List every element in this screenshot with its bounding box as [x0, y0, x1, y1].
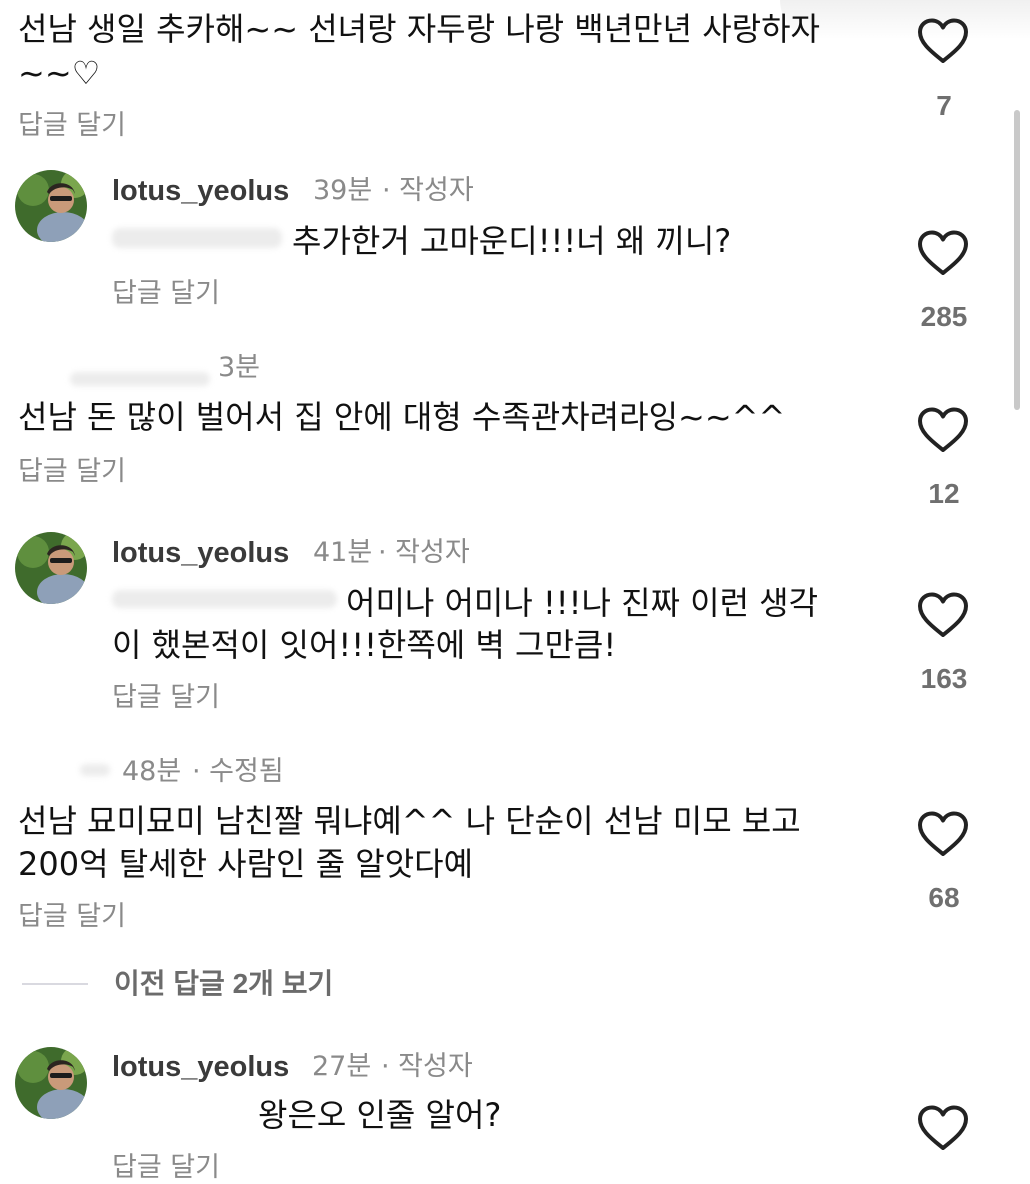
- like-count: 7: [936, 90, 952, 121]
- mention-redacted: [112, 228, 282, 248]
- reply-button[interactable]: 답글 달기: [112, 1152, 220, 1184]
- heart-outline-icon: [918, 18, 968, 63]
- author-badge: · 작성자: [378, 537, 470, 568]
- timestamp: 27분: [312, 1051, 372, 1082]
- timestamp: 41분: [313, 537, 373, 568]
- comment-text: 선남 묘미묘미 남친짤 뭐냐예^^ 나 단순이 선남 미모 보고: [18, 802, 801, 840]
- avatar[interactable]: [15, 1047, 87, 1119]
- reply-button[interactable]: 답글 달기: [18, 110, 126, 142]
- comment-text: 선남 생일 추카해~~ 선녀랑 자두랑 나랑 백년만년 사랑하자: [18, 10, 820, 48]
- like-button[interactable]: [917, 1105, 969, 1155]
- like-button[interactable]: [917, 811, 969, 861]
- comment-text: 어미나 어미나 !!!나 진짜 이런 생각: [346, 584, 819, 622]
- reply-button[interactable]: 답글 달기: [112, 682, 220, 714]
- like-count: 68: [928, 882, 960, 913]
- author-badge: · 작성자: [382, 175, 474, 206]
- scrollbar[interactable]: [1014, 110, 1020, 410]
- timestamp: 48분: [122, 756, 182, 787]
- reply-button[interactable]: 답글 달기: [112, 278, 220, 310]
- avatar[interactable]: [15, 532, 87, 604]
- comment-text: 이 했본적이 잇어!!!한쪽에 벽 그만큼!: [112, 626, 617, 664]
- replies-divider: [22, 983, 88, 985]
- timestamp: 39분: [313, 175, 373, 206]
- heart-outline-icon: [918, 1105, 968, 1150]
- edited-badge: · 수정됨: [192, 756, 284, 787]
- avatar[interactable]: [15, 170, 87, 242]
- avatar-image: [15, 1047, 87, 1119]
- comment-text: 선남 돈 많이 벌어서 집 안에 대형 수족관차려라잉~~^^: [18, 398, 786, 436]
- author-badge: · 작성자: [381, 1051, 473, 1082]
- heart-outline-icon: [918, 230, 968, 275]
- username[interactable]: lotus_yeolus: [112, 537, 289, 569]
- comment-text: ~~♡: [18, 54, 101, 92]
- like-button[interactable]: [917, 18, 969, 68]
- username[interactable]: lotus_yeolus: [112, 175, 289, 207]
- like-count: 12: [928, 478, 960, 509]
- username[interactable]: lotus_yeolus: [112, 1051, 289, 1083]
- heart-outline-icon: [918, 811, 968, 856]
- mention-redacted: [112, 590, 337, 608]
- username-redacted: [80, 764, 110, 776]
- reply-button[interactable]: 답글 달기: [18, 456, 126, 488]
- like-count: 285: [920, 301, 968, 332]
- avatar-image: [15, 532, 87, 604]
- comment-text: 추가한거 고마운디!!!너 왜 끼니?: [292, 222, 732, 260]
- reply-button[interactable]: 답글 달기: [18, 901, 126, 933]
- view-previous-replies-button[interactable]: 이전 답글 2개 보기: [114, 968, 333, 1000]
- avatar-image: [15, 170, 87, 242]
- like-button[interactable]: [917, 592, 969, 642]
- comment-text: 200억 탈세한 사람인 줄 알앗다예: [18, 845, 474, 883]
- username-redacted: [70, 372, 210, 386]
- like-button[interactable]: [917, 230, 969, 280]
- comment-text: 왕은오 인줄 알어?: [258, 1096, 502, 1134]
- like-count: 163: [920, 663, 968, 694]
- heart-outline-icon: [918, 407, 968, 452]
- timestamp: 3분: [218, 352, 261, 383]
- heart-outline-icon: [918, 592, 968, 637]
- like-button[interactable]: [917, 407, 969, 457]
